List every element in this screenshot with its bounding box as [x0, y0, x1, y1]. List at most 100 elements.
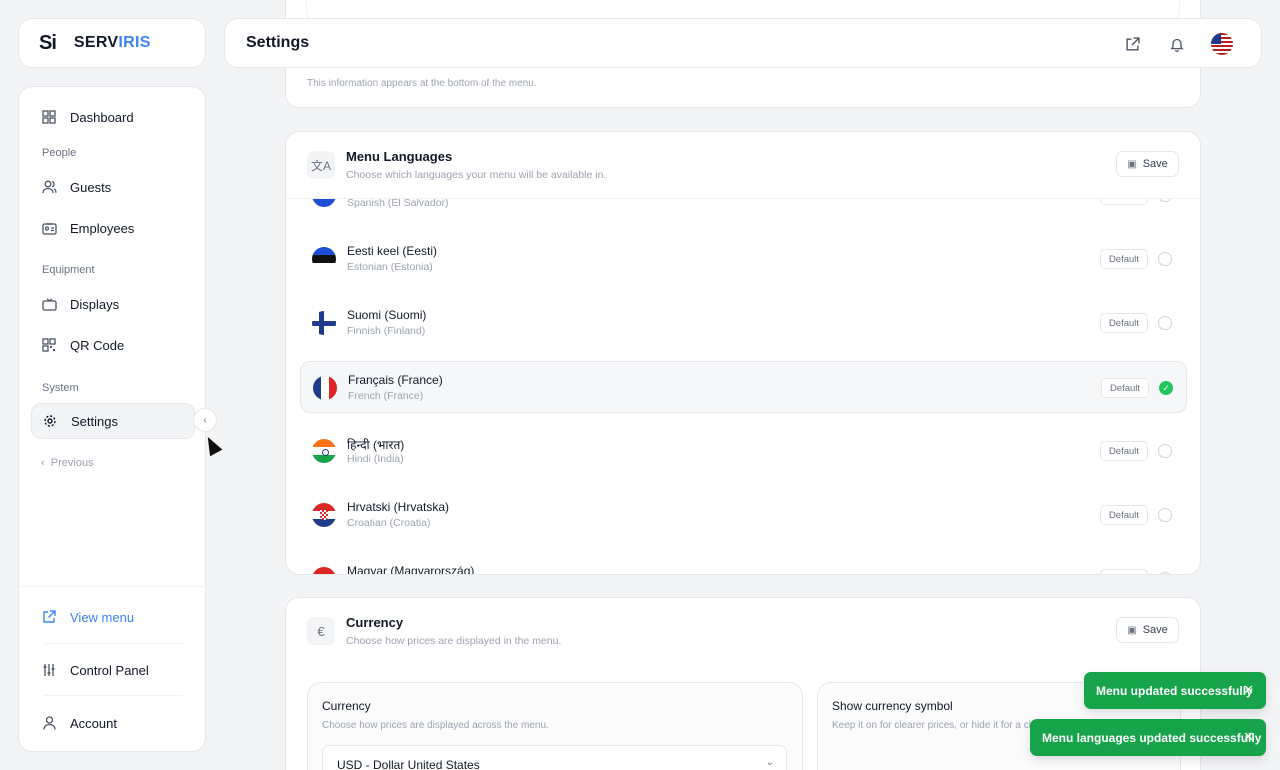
grid-icon — [41, 109, 57, 125]
sidebar-item-dashboard[interactable]: Dashboard — [31, 99, 195, 135]
lang-native-name: Hrvatski (Hrvatska) — [347, 500, 450, 514]
lang-english-name: Spanish (El Salvador) — [347, 198, 449, 209]
close-icon[interactable]: ✕ — [1243, 729, 1254, 745]
default-button[interactable]: Default — [1100, 249, 1148, 269]
sidebar-item-label: Displays — [70, 296, 120, 312]
list-item[interactable]: Hrvatski (Hrvatska) Croatian (Croatia) D… — [300, 489, 1187, 541]
save-languages-button[interactable]: ▣ Save — [1116, 151, 1179, 177]
sliders-icon — [41, 662, 57, 678]
language-toggle[interactable] — [1158, 572, 1172, 574]
section-subtitle: Choose how prices are displayed in the m… — [346, 635, 562, 647]
default-button[interactable]: Default — [1101, 378, 1149, 398]
flag-icon — [312, 247, 336, 271]
currency-select[interactable]: USD - Dollar United States ⌄ — [322, 745, 787, 770]
id-card-icon — [41, 220, 57, 236]
lang-english-name: Estonian (Estonia) — [347, 261, 433, 273]
top-header: Settings — [224, 18, 1262, 68]
toast-text: Menu languages updated successfully — [1042, 730, 1262, 745]
language-toggle[interactable] — [1158, 199, 1172, 202]
sidebar-item-label: Control Panel — [70, 662, 149, 678]
save-currency-button[interactable]: ▣ Save — [1116, 617, 1179, 643]
sidebar-item-view-menu[interactable]: View menu — [31, 599, 195, 635]
list-item[interactable]: Magyar (Magyarország) Default — [300, 553, 1187, 574]
sidebar-item-label: Dashboard — [70, 109, 134, 125]
list-item[interactable]: Suomi (Suomi) Finnish (Finland) Default — [300, 297, 1187, 349]
box-title: Currency — [322, 699, 371, 713]
sidebar-divider — [43, 643, 183, 644]
lang-english-name: French (France) — [348, 390, 424, 402]
sidebar-item-label: QR Code — [70, 337, 125, 353]
sidebar-item-settings[interactable]: Settings — [31, 403, 195, 439]
sidebar-item-guests[interactable]: Guests — [31, 169, 195, 205]
default-button[interactable]: Default — [1100, 441, 1148, 461]
section-title: Menu Languages — [346, 149, 453, 164]
language-toggle[interactable] — [1158, 316, 1172, 330]
sidebar-item-qr-code[interactable]: QR Code — [31, 327, 195, 363]
user-icon — [41, 715, 57, 731]
bell-icon[interactable] — [1167, 34, 1187, 54]
qr-icon — [41, 337, 57, 353]
gear-icon — [42, 413, 58, 429]
previous-link[interactable]: ‹ Previous — [41, 457, 94, 469]
flag-icon — [312, 439, 336, 463]
currency-select-box: Currency Choose how prices are displayed… — [307, 682, 803, 770]
currency-select-value: USD - Dollar United States — [337, 758, 480, 770]
external-link-icon — [41, 609, 57, 625]
lang-english-name: Hindi (India) — [347, 453, 404, 465]
toast-menu-updated: Menu updated successfully ✕ — [1084, 672, 1266, 709]
external-link-icon[interactable] — [1122, 34, 1142, 54]
sidebar-item-control-panel[interactable]: Control Panel — [31, 652, 195, 688]
users-icon — [41, 179, 57, 195]
page-title: Settings — [246, 34, 310, 51]
box-subtitle: Keep it on for clearer prices, or hide i… — [832, 720, 1037, 731]
lang-native-name: Français (France) — [348, 373, 443, 387]
sidebar-divider — [43, 695, 183, 696]
list-item[interactable]: Eesti keel (Eesti) Estonian (Estonia) De… — [300, 233, 1187, 285]
brand-logo[interactable]: Si SERVIRIS — [18, 18, 206, 68]
flag-icon — [312, 199, 336, 207]
toast-languages-updated: Menu languages updated successfully ✕ — [1030, 719, 1266, 756]
info-hint: This information appears at the bottom o… — [307, 78, 537, 89]
language-list: Spanish (El Salvador) Default Eesti keel… — [286, 198, 1200, 574]
check-icon[interactable]: ✓ — [1159, 381, 1173, 395]
language-toggle[interactable] — [1158, 444, 1172, 458]
sidebar-item-label: Settings — [71, 413, 118, 429]
save-icon: ▣ — [1127, 158, 1137, 170]
box-subtitle: Choose how prices are displayed across t… — [322, 720, 549, 731]
sidebar-item-displays[interactable]: Displays — [31, 286, 195, 322]
box-title: Show currency symbol — [832, 699, 953, 713]
default-button[interactable]: Default — [1100, 569, 1148, 574]
sidebar-item-label: Guests — [70, 179, 112, 195]
euro-icon: € — [307, 617, 335, 645]
language-toggle[interactable] — [1158, 252, 1172, 266]
section-header: 文A Menu Languages Choose which languages… — [286, 132, 1200, 198]
lang-native-name: हिन्दी (भारत) — [347, 438, 405, 452]
default-button[interactable]: Default — [1100, 313, 1148, 333]
sidebar-item-label: Account — [70, 715, 117, 731]
us-flag-icon[interactable] — [1211, 33, 1233, 55]
tv-icon — [41, 296, 57, 312]
default-button[interactable]: Default — [1100, 199, 1148, 205]
sidebar-item-employees[interactable]: Employees — [31, 210, 195, 246]
translate-icon: 文A — [307, 151, 335, 179]
lang-english-name: Finnish (Finland) — [347, 325, 426, 337]
flag-icon — [313, 376, 337, 400]
sidebar-item-label: Employees — [70, 220, 135, 236]
flag-icon — [312, 503, 336, 527]
lang-english-name: Croatian (Croatia) — [347, 517, 431, 529]
logo-text: SERVIRIS — [73, 34, 151, 51]
list-item[interactable]: Spanish (El Salvador) Default — [300, 198, 1187, 221]
save-icon: ▣ — [1127, 624, 1137, 636]
default-button[interactable]: Default — [1100, 505, 1148, 525]
toast-text: Menu updated successfully — [1096, 683, 1253, 698]
language-toggle[interactable] — [1158, 508, 1172, 522]
section-system: System — [42, 382, 79, 394]
list-item[interactable]: हिन्दी (भारत) Hindi (India) Default — [300, 425, 1187, 477]
section-equipment: Equipment — [42, 264, 95, 276]
flag-icon — [312, 311, 336, 335]
sidebar-collapse-button[interactable]: ‹ — [193, 408, 217, 432]
section-header: € Currency Choose how prices are display… — [286, 598, 1200, 664]
sidebar-item-account[interactable]: Account — [31, 705, 195, 741]
close-icon[interactable]: ✕ — [1243, 682, 1254, 698]
list-item-selected[interactable]: Français (France) French (France) Defaul… — [300, 361, 1187, 413]
